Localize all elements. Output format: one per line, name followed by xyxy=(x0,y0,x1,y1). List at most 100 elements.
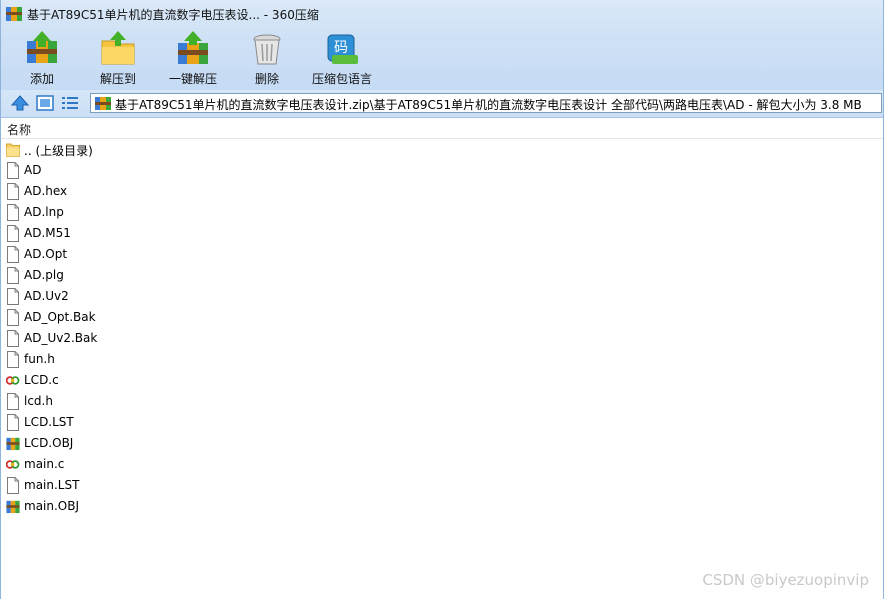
file-icon-graphic xyxy=(7,393,19,410)
table-row[interactable]: AD.Uv2 xyxy=(1,286,883,307)
folder-up-icon xyxy=(6,141,20,158)
address-field[interactable]: 基于AT89C51单片机的直流数字电压表设计.zip\基于AT89C51单片机的… xyxy=(90,93,882,113)
file-icon-graphic xyxy=(7,288,19,305)
file-name: lcd.h xyxy=(24,394,53,408)
archive-file-icon xyxy=(6,435,20,452)
file-name: AD.hex xyxy=(24,184,68,198)
file-name: AD.M51 xyxy=(24,226,71,240)
file-icon xyxy=(6,351,20,368)
file-name: AD.Opt xyxy=(24,247,68,261)
add-button[interactable]: 添加 xyxy=(15,28,69,88)
file-name: AD_Opt.Bak xyxy=(24,310,96,324)
table-row[interactable]: AD_Uv2.Bak xyxy=(1,328,883,349)
file-icon-graphic xyxy=(7,225,19,242)
one-click-extract-icon xyxy=(178,31,208,64)
column-header-name-label: 名称 xyxy=(7,123,32,137)
archive-language-button[interactable]: 码 压缩包语言 xyxy=(309,28,375,88)
title-bar[interactable]: 基于AT89C51单片机的直流数字电压表设... - 360压缩 xyxy=(1,0,883,28)
address-bar: 基于AT89C51单片机的直流数字电压表设计.zip\基于AT89C51单片机的… xyxy=(1,90,883,118)
c-source-icon xyxy=(5,456,20,473)
table-row[interactable]: AD.hex xyxy=(1,181,883,202)
file-icon xyxy=(6,414,20,431)
archive-app-icon xyxy=(6,7,22,21)
file-name: LCD.c xyxy=(24,373,59,387)
thumbnail-view-icon[interactable] xyxy=(35,94,55,112)
file-icon xyxy=(6,183,20,200)
file-icon-graphic xyxy=(7,414,19,431)
extract-to-button[interactable]: 解压到 xyxy=(91,28,145,88)
table-row[interactable]: LCD.OBJ xyxy=(1,433,883,454)
c-source-icon-graphic xyxy=(5,460,20,469)
file-icon xyxy=(6,309,20,326)
file-icon-graphic xyxy=(7,351,19,368)
file-name: fun.h xyxy=(24,352,55,366)
table-row[interactable]: lcd.h xyxy=(1,391,883,412)
window-title: 基于AT89C51单片机的直流数字电压表设... - 360压缩 xyxy=(27,8,319,22)
file-name: LCD.OBJ xyxy=(24,436,74,450)
file-icon xyxy=(6,204,20,221)
folder-up-icon-graphic xyxy=(6,143,20,157)
add-button-label: 添加 xyxy=(29,72,54,86)
file-name: AD_Uv2.Bak xyxy=(24,331,98,345)
file-name: main.OBJ xyxy=(24,499,80,513)
table-row[interactable]: AD_Opt.Bak xyxy=(1,307,883,328)
file-name: main.LST xyxy=(24,478,80,492)
file-icon-graphic xyxy=(7,309,19,326)
table-row[interactable]: LCD.c xyxy=(1,370,883,391)
table-row[interactable]: AD.Opt xyxy=(1,244,883,265)
column-header-name[interactable]: 名称 xyxy=(1,118,883,139)
file-icon-graphic xyxy=(7,267,19,284)
archive-window: 基于AT89C51单片机的直流数字电压表设... - 360压缩 添加 解压到 … xyxy=(0,0,884,599)
archive-file-icon-graphic xyxy=(6,437,20,451)
file-icon xyxy=(6,288,20,305)
delete-button-label: 删除 xyxy=(254,72,279,86)
file-list[interactable]: 名称 .. (上级目录) AD AD.hex AD.lnp AD.M51 AD.Opt AD… xyxy=(1,118,883,599)
c-source-icon-graphic xyxy=(5,376,20,385)
table-row[interactable]: AD.M51 xyxy=(1,223,883,244)
address-path: 基于AT89C51单片机的直流数字电压表设计.zip\基于AT89C51单片机的… xyxy=(115,98,862,112)
archive-path-icon xyxy=(95,97,111,110)
file-icon xyxy=(6,393,20,410)
file-name: AD.lnp xyxy=(24,205,64,219)
table-row[interactable]: main.LST xyxy=(1,475,883,496)
table-row[interactable]: fun.h xyxy=(1,349,883,370)
archive-file-icon-graphic xyxy=(6,500,20,514)
file-icon xyxy=(6,477,20,494)
file-icon-graphic xyxy=(7,162,19,179)
file-icon-graphic xyxy=(7,246,19,263)
file-icon-graphic xyxy=(7,477,19,494)
table-row[interactable]: AD.lnp xyxy=(1,202,883,223)
window-chrome: 基于AT89C51单片机的直流数字电压表设... - 360压缩 添加 解压到 … xyxy=(1,0,883,90)
file-name: .. (上级目录) xyxy=(24,144,93,158)
svg-text:码: 码 xyxy=(334,40,348,56)
file-icon xyxy=(6,225,20,242)
list-view-icon[interactable] xyxy=(60,94,80,112)
file-icon xyxy=(6,162,20,179)
file-name: AD.Uv2 xyxy=(24,289,69,303)
parent-directory-row[interactable]: .. (上级目录) xyxy=(1,139,883,160)
file-name: AD.plg xyxy=(24,268,64,282)
table-row[interactable]: AD.plg xyxy=(1,265,883,286)
table-row[interactable]: main.OBJ xyxy=(1,496,883,517)
archive-language-button-label: 压缩包语言 xyxy=(311,72,372,86)
archive-file-icon xyxy=(6,498,20,515)
table-row[interactable]: LCD.LST xyxy=(1,412,883,433)
one-click-extract-button-label: 一键解压 xyxy=(168,72,217,86)
watermark: CSDN @biyezuopinvip xyxy=(702,571,869,589)
delete-icon xyxy=(253,34,281,65)
file-name: LCD.LST xyxy=(24,415,74,429)
extract-to-button-label: 解压到 xyxy=(99,72,136,86)
file-name: AD xyxy=(24,163,42,177)
file-icon xyxy=(6,246,20,263)
c-source-icon xyxy=(5,372,20,389)
table-row[interactable]: AD xyxy=(1,160,883,181)
file-icon xyxy=(6,330,20,347)
delete-button[interactable]: 删除 xyxy=(244,28,290,88)
file-name: main.c xyxy=(24,457,65,471)
archive-language-icon: 码 xyxy=(327,34,358,64)
up-arrow-icon[interactable] xyxy=(10,94,30,112)
file-icon-graphic xyxy=(7,204,19,221)
table-row[interactable]: main.c xyxy=(1,454,883,475)
one-click-extract-button[interactable]: 一键解压 xyxy=(164,28,222,88)
add-archive-icon xyxy=(27,31,57,63)
